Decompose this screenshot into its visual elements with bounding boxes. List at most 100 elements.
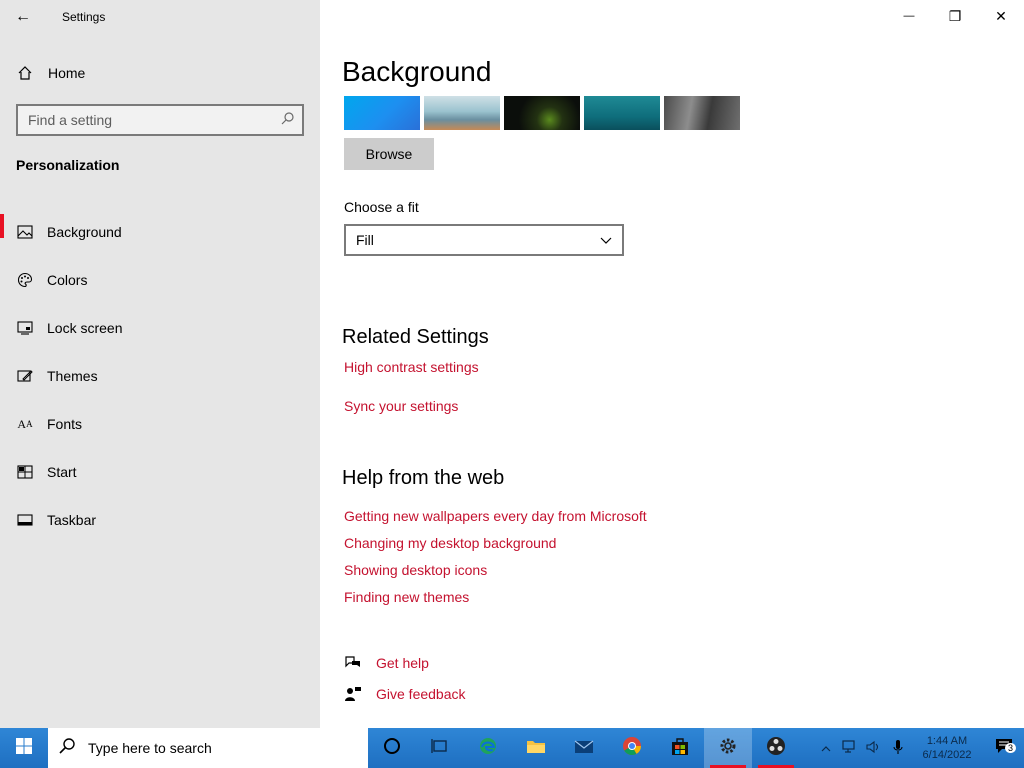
back-button[interactable]: ← bbox=[0, 1, 46, 33]
settings-taskbar-button[interactable] bbox=[704, 728, 752, 768]
sidebar-item-label: Taskbar bbox=[47, 512, 97, 528]
clock-date: 6/14/2022 bbox=[922, 749, 972, 761]
task-view-button[interactable] bbox=[416, 728, 464, 768]
restore-icon: ❐ bbox=[948, 7, 962, 24]
fit-selected-value: Fill bbox=[356, 232, 374, 248]
sidebar-item-label: Lock screen bbox=[47, 320, 123, 336]
minimize-button[interactable]: — bbox=[886, 0, 932, 32]
store-button[interactable] bbox=[656, 728, 704, 768]
recent-image-thumbnail[interactable] bbox=[584, 96, 660, 130]
personalization-nav: Background Colors Lock screen Themes AA … bbox=[0, 208, 320, 544]
section-title-personalization: Personalization bbox=[16, 157, 120, 173]
app-title: Settings bbox=[62, 10, 106, 24]
find-setting-input[interactable] bbox=[28, 112, 281, 128]
search-icon[interactable] bbox=[281, 112, 294, 128]
sidebar-item-fonts[interactable]: AA Fonts bbox=[0, 400, 320, 448]
title-bar-left: ← Settings bbox=[0, 0, 320, 34]
restore-button[interactable]: ❐ bbox=[932, 0, 978, 32]
taskbar: Type here to search 1:44 AM 6/14/2022 3 bbox=[0, 728, 1024, 768]
action-center-button[interactable]: 3 bbox=[984, 738, 1024, 759]
notification-count-badge: 3 bbox=[1004, 742, 1016, 753]
edge-icon bbox=[478, 736, 498, 761]
sidebar-item-start[interactable]: Start bbox=[0, 448, 320, 496]
choose-fit-label: Choose a fit bbox=[344, 199, 419, 215]
search-icon bbox=[58, 737, 76, 760]
chevron-down-icon bbox=[600, 232, 612, 248]
speaker-icon bbox=[866, 740, 882, 757]
windows-logo-icon bbox=[15, 737, 33, 760]
start-button[interactable] bbox=[0, 728, 48, 768]
show-hidden-icons-button[interactable] bbox=[814, 741, 838, 755]
home-nav-item[interactable]: Home bbox=[16, 60, 85, 86]
sidebar-item-label: Fonts bbox=[47, 416, 83, 432]
window-controls: — ❐ ✕ bbox=[886, 0, 1024, 32]
sidebar-item-lock-screen[interactable]: Lock screen bbox=[0, 304, 320, 352]
home-icon bbox=[16, 65, 34, 81]
start-icon bbox=[16, 465, 34, 479]
file-explorer-button[interactable] bbox=[512, 728, 560, 768]
edge-button[interactable] bbox=[464, 728, 512, 768]
recent-image-thumbnail[interactable] bbox=[344, 96, 420, 130]
help-from-web-heading: Help from the web bbox=[342, 467, 505, 489]
folder-icon bbox=[526, 738, 546, 759]
store-icon bbox=[670, 736, 690, 761]
sidebar-item-label: Colors bbox=[47, 272, 88, 288]
cortana-icon bbox=[383, 737, 401, 760]
recent-image-thumbnail[interactable] bbox=[424, 96, 500, 130]
microphone-button[interactable] bbox=[886, 739, 910, 758]
back-arrow-icon: ← bbox=[15, 8, 31, 25]
help-link-new-themes[interactable]: Finding new themes bbox=[344, 589, 469, 605]
clock[interactable]: 1:44 AM 6/14/2022 bbox=[910, 734, 984, 762]
sync-settings-link[interactable]: Sync your settings bbox=[344, 398, 458, 414]
close-button[interactable]: ✕ bbox=[978, 0, 1024, 32]
close-icon: ✕ bbox=[995, 7, 1007, 24]
minimize-icon: — bbox=[903, 10, 915, 22]
chrome-icon bbox=[622, 736, 642, 761]
sidebar: ← Settings Home Personalization Backgrou… bbox=[0, 0, 320, 728]
high-contrast-settings-link[interactable]: High contrast settings bbox=[344, 359, 479, 375]
sidebar-item-label: Background bbox=[47, 224, 122, 240]
mail-button[interactable] bbox=[560, 728, 608, 768]
find-setting-search-box[interactable] bbox=[16, 104, 304, 136]
recent-image-thumbnail[interactable] bbox=[664, 96, 740, 130]
home-label: Home bbox=[48, 65, 86, 81]
task-view-icon bbox=[431, 738, 449, 759]
themes-icon bbox=[16, 369, 34, 383]
gear-icon bbox=[718, 736, 738, 761]
network-button[interactable] bbox=[838, 739, 862, 757]
volume-button[interactable] bbox=[862, 740, 886, 757]
sidebar-item-themes[interactable]: Themes bbox=[0, 352, 320, 400]
sidebar-item-taskbar[interactable]: Taskbar bbox=[0, 496, 320, 544]
browse-button[interactable]: Browse bbox=[344, 138, 434, 170]
taskbar-icon bbox=[16, 514, 34, 526]
give-feedback-link[interactable]: Give feedback bbox=[376, 686, 466, 702]
obs-button[interactable] bbox=[752, 728, 800, 768]
help-link-desktop-icons[interactable]: Showing desktop icons bbox=[344, 562, 487, 578]
image-icon bbox=[16, 225, 34, 239]
help-link-change-background[interactable]: Changing my desktop background bbox=[344, 535, 556, 551]
sidebar-item-background[interactable]: Background bbox=[0, 208, 320, 256]
feedback-icon bbox=[344, 686, 362, 702]
choose-fit-dropdown[interactable]: Fill bbox=[344, 224, 624, 256]
mail-icon bbox=[574, 738, 594, 759]
palette-icon bbox=[16, 272, 34, 288]
get-help-link[interactable]: Get help bbox=[376, 655, 429, 671]
get-help-row[interactable]: Get help bbox=[344, 655, 429, 671]
taskbar-search-box[interactable]: Type here to search bbox=[48, 728, 368, 768]
taskbar-search-placeholder: Type here to search bbox=[88, 740, 212, 756]
clock-time: 1:44 AM bbox=[926, 735, 968, 747]
recent-images bbox=[344, 96, 740, 130]
taskbar-apps bbox=[368, 728, 800, 768]
chrome-button[interactable] bbox=[608, 728, 656, 768]
system-tray: 1:44 AM 6/14/2022 3 bbox=[814, 728, 1024, 768]
recent-image-thumbnail[interactable] bbox=[504, 96, 580, 130]
network-icon bbox=[842, 739, 858, 757]
cortana-button[interactable] bbox=[368, 728, 416, 768]
give-feedback-row[interactable]: Give feedback bbox=[344, 686, 466, 702]
fonts-icon: AA bbox=[17, 416, 33, 431]
sidebar-item-colors[interactable]: Colors bbox=[0, 256, 320, 304]
sidebar-item-label: Start bbox=[47, 464, 77, 480]
help-link-new-wallpapers[interactable]: Getting new wallpapers every day from Mi… bbox=[344, 508, 647, 524]
sidebar-item-label: Themes bbox=[47, 368, 98, 384]
microphone-icon bbox=[893, 739, 903, 758]
